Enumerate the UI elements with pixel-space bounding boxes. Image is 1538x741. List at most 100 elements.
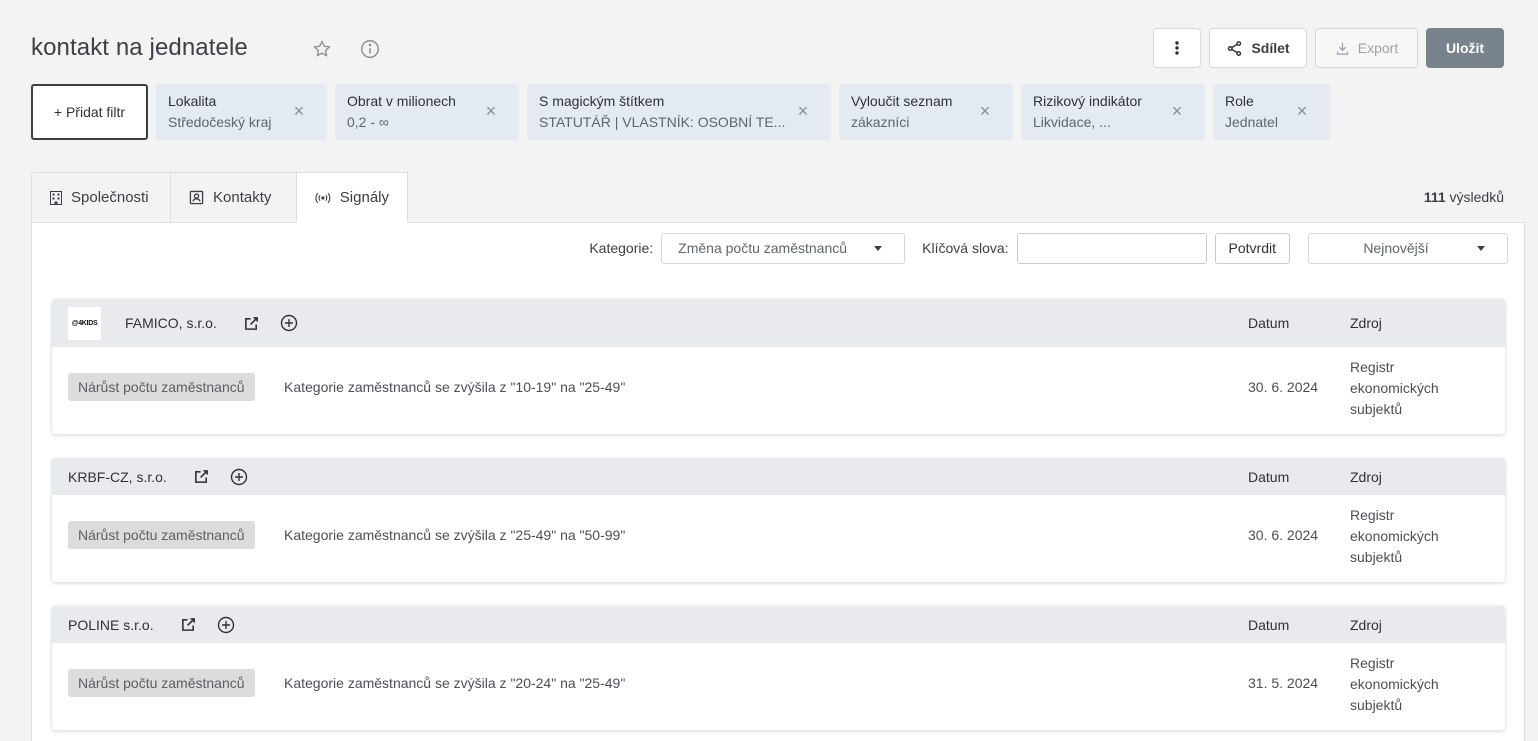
signals-toolbar: Kategorie: Změna počtu zaměstnanců Klíčo…	[589, 232, 1508, 264]
caret-down-icon	[1477, 245, 1485, 251]
filter-chip-label: Obrat v milionech	[347, 93, 456, 109]
building-icon	[50, 190, 62, 205]
filter-chip-lokalita[interactable]: Lokalita Středočeský kraj ×	[156, 84, 327, 140]
signal-source: Registr ekonomických subjektů	[1350, 357, 1470, 420]
keywords-input[interactable]	[1016, 232, 1207, 264]
keywords-label: Klíčová slova:	[922, 240, 1009, 256]
filter-chip-label: Role	[1225, 93, 1254, 109]
share-icon	[1228, 40, 1242, 56]
header-actions: Sdílet Export Uložit	[1153, 28, 1504, 68]
signal-icon	[315, 192, 331, 203]
signal-date: 30. 6. 2024	[1248, 379, 1319, 395]
tab-bar: Společnosti Kontakty Signály	[31, 172, 408, 223]
tab-label: Společnosti	[71, 189, 149, 206]
add-circle-icon[interactable]	[280, 314, 298, 332]
signal-source: Registr ekonomických subjektů	[1350, 505, 1470, 568]
filter-chip-role[interactable]: Role Jednatel ×	[1213, 84, 1330, 140]
filter-chip-value: STATUTÁŘ | VLASTNÍK: OSOBNÍ TE...	[539, 114, 786, 130]
source-line: ekonomických	[1350, 676, 1439, 692]
filter-chip-label: Rizikový indikátor	[1033, 93, 1142, 109]
signal-card: POLINE s.r.o. Datum Zdroj Nárůst počtu z…	[52, 606, 1505, 730]
company-logo: @4KIDS	[68, 306, 101, 340]
star-icon[interactable]	[311, 38, 333, 60]
date-column-header: Datum	[1248, 315, 1290, 331]
signal-card-body: Nárůst počtu zaměstnanců Kategorie zaměs…	[52, 347, 1505, 434]
signal-tag: Nárůst počtu zaměstnanců	[68, 669, 255, 697]
filter-chip-obrat[interactable]: Obrat v milionech 0,2 - ∞ ×	[335, 84, 519, 140]
sort-select[interactable]: Nejnovější	[1308, 232, 1508, 264]
close-icon[interactable]: ×	[977, 102, 993, 120]
tab-label: Kontakty	[213, 189, 272, 206]
external-link-icon[interactable]	[180, 616, 198, 634]
close-icon[interactable]: ×	[1294, 102, 1310, 120]
filter-bar: + Přidat filtr Lokalita Středočeský kraj…	[31, 84, 1330, 140]
filter-chip-label: S magickým štítkem	[539, 93, 665, 109]
signal-description: Kategorie zaměstnanců se zvýšila z "25-4…	[284, 527, 626, 543]
signal-card-body: Nárůst počtu zaměstnanců Kategorie zaměs…	[52, 495, 1505, 582]
share-label: Sdílet	[1251, 40, 1290, 56]
signal-card: @4KIDS FAMICO, s.r.o. Datum Zdroj Nárůst…	[52, 299, 1505, 434]
save-button[interactable]: Uložit	[1426, 28, 1504, 68]
source-line: Registr	[1350, 507, 1395, 523]
page-title: kontakt na jednatele	[31, 34, 248, 61]
confirm-button[interactable]: Potvrdit	[1214, 232, 1290, 264]
company-name[interactable]: FAMICO, s.r.o.	[125, 315, 217, 331]
results-label: výsledků	[1449, 189, 1504, 205]
tab-contacts[interactable]: Kontakty	[170, 172, 297, 223]
add-circle-icon[interactable]	[217, 616, 235, 634]
add-circle-icon[interactable]	[230, 468, 248, 486]
export-label: Export	[1357, 40, 1399, 56]
more-options-button[interactable]	[1153, 28, 1201, 68]
date-column-header: Datum	[1248, 468, 1290, 485]
filter-chip-value: 0,2 - ∞	[347, 114, 389, 130]
signal-description: Kategorie zaměstnanců se zvýšila z "20-2…	[284, 675, 626, 691]
source-column-header: Zdroj	[1350, 468, 1382, 485]
company-name[interactable]: KRBF-CZ, s.r.o.	[68, 469, 167, 485]
filter-chip-exclude-list[interactable]: Vyloučit seznam zákazníci ×	[839, 84, 1013, 140]
filter-chip-magic-tag[interactable]: S magickým štítkem STATUTÁŘ | VLASTNÍK: …	[527, 84, 831, 140]
filter-chip-value: Likvidace, ...	[1033, 114, 1111, 130]
export-button[interactable]: Export	[1315, 28, 1418, 68]
signal-card-body: Nárůst počtu zaměstnanců Kategorie zaměs…	[52, 643, 1505, 730]
filter-chip-risk[interactable]: Rizikový indikátor Likvidace, ... ×	[1021, 84, 1205, 140]
close-icon[interactable]: ×	[795, 102, 811, 120]
source-line: ekonomických	[1350, 380, 1439, 396]
source-line: subjektů	[1350, 401, 1403, 417]
filter-chip-value: Jednatel	[1225, 114, 1278, 130]
contact-card-icon	[189, 190, 204, 205]
page-header: kontakt na jednatele Sdílet Export Uloži…	[31, 28, 1504, 70]
category-label: Kategorie:	[589, 240, 654, 256]
close-icon[interactable]: ×	[483, 102, 499, 120]
filter-chip-value: Středočeský kraj	[168, 114, 272, 130]
source-line: Registr	[1350, 359, 1395, 375]
signal-source: Registr ekonomických subjektů	[1350, 653, 1470, 716]
signal-card-header: @4KIDS FAMICO, s.r.o. Datum Zdroj	[52, 299, 1505, 347]
source-column-header: Zdroj	[1350, 315, 1382, 331]
filter-chip-value: zákazníci	[851, 114, 910, 130]
signal-tag: Nárůst počtu zaměstnanců	[68, 521, 255, 549]
close-icon[interactable]: ×	[1169, 102, 1185, 120]
signal-card-header: KRBF-CZ, s.r.o. Datum Zdroj	[52, 458, 1505, 495]
signal-tag: Nárůst počtu zaměstnanců	[68, 373, 255, 401]
filter-chip-label: Vyloučit seznam	[851, 93, 953, 109]
download-icon	[1336, 42, 1348, 55]
close-icon[interactable]: ×	[291, 102, 307, 120]
source-line: ekonomických	[1350, 528, 1439, 544]
tab-label: Signály	[339, 189, 389, 206]
add-filter-button[interactable]: + Přidat filtr	[31, 84, 148, 140]
signal-card: KRBF-CZ, s.r.o. Datum Zdroj Nárůst počtu…	[52, 458, 1505, 582]
signals-panel: Kategorie: Změna počtu zaměstnanců Klíčo…	[31, 222, 1525, 741]
info-icon[interactable]	[359, 38, 381, 60]
caret-down-icon	[874, 245, 883, 251]
signal-date: 30. 6. 2024	[1248, 527, 1319, 543]
sort-value: Nejnovější	[1363, 240, 1429, 256]
external-link-icon[interactable]	[243, 314, 261, 332]
share-button[interactable]: Sdílet	[1209, 28, 1307, 68]
company-name[interactable]: POLINE s.r.o.	[68, 617, 154, 633]
signal-date: 31. 5. 2024	[1248, 675, 1319, 691]
tab-companies[interactable]: Společnosti	[31, 172, 171, 223]
source-line: subjektů	[1350, 697, 1403, 713]
external-link-icon[interactable]	[193, 468, 211, 486]
tab-signals[interactable]: Signály	[296, 172, 408, 223]
category-select[interactable]: Změna počtu zaměstnanců	[661, 232, 906, 264]
